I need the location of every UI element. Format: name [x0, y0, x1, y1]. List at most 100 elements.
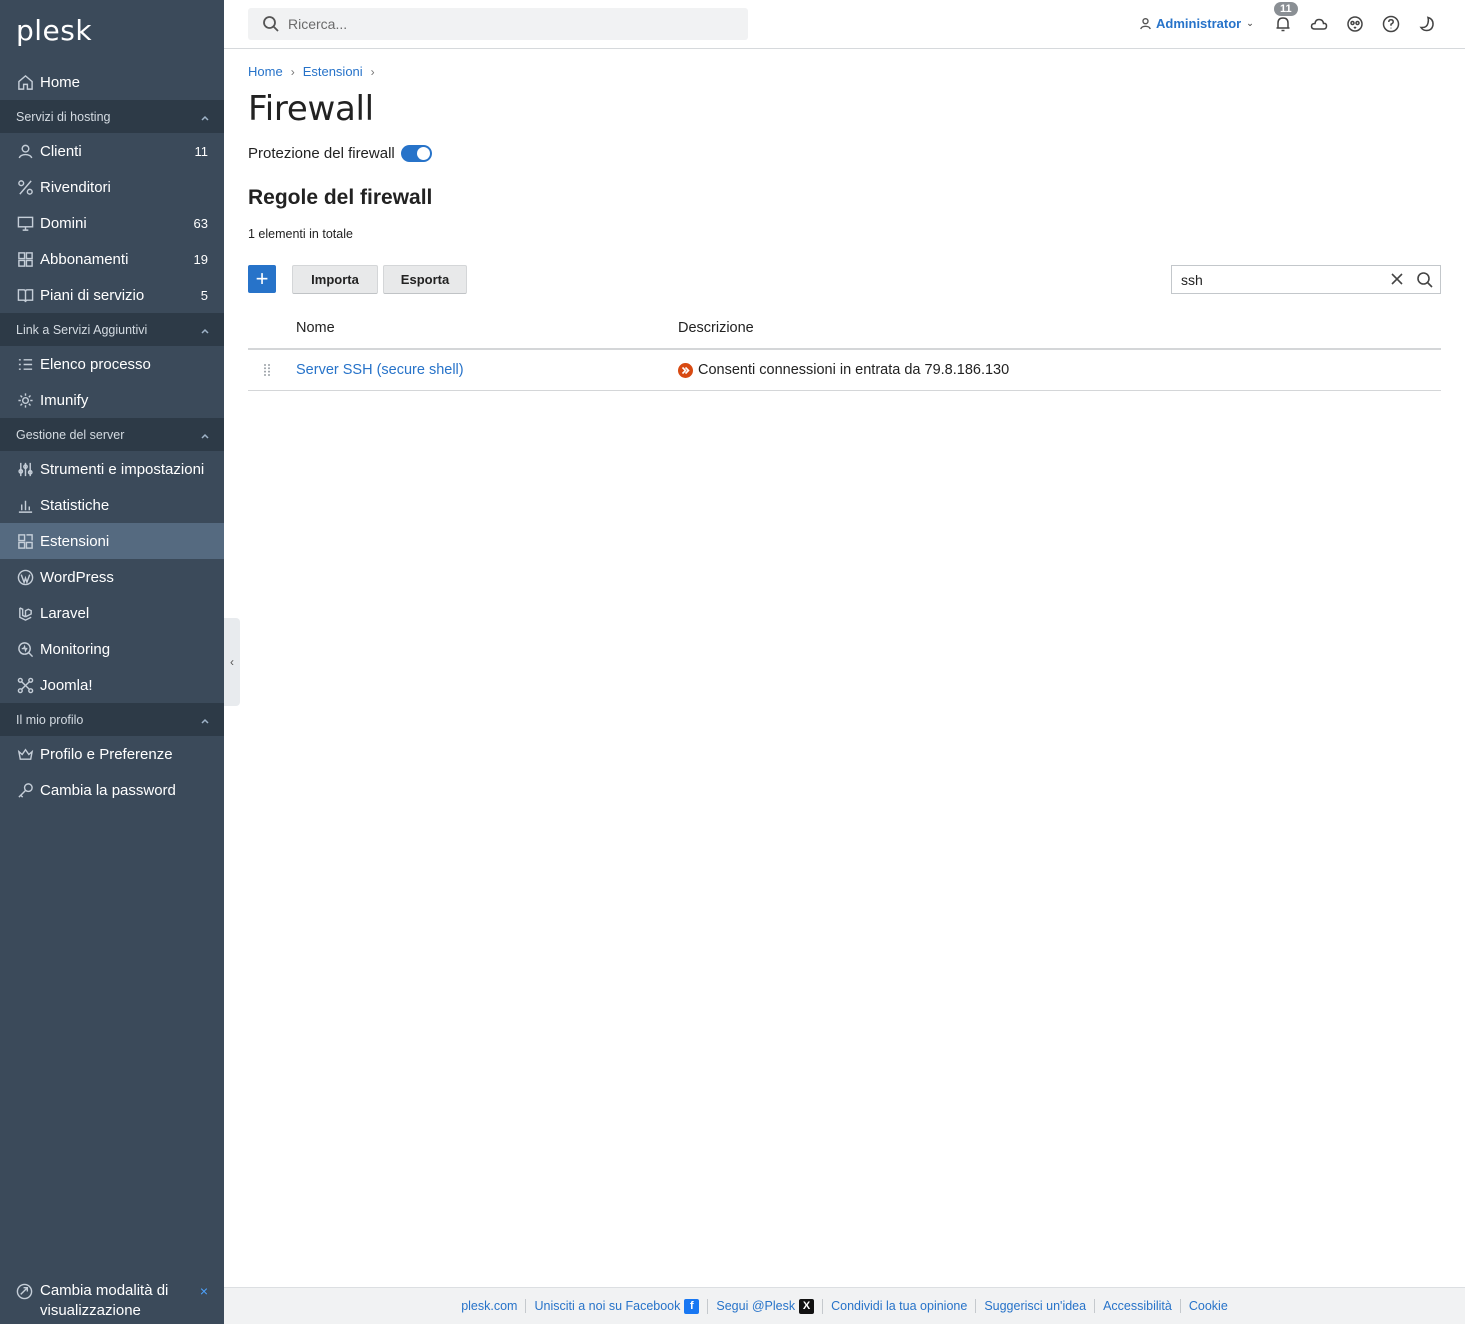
import-button[interactable]: Importa [292, 265, 378, 294]
footer-link-plesk[interactable]: plesk.com [453, 1299, 527, 1313]
sidebar-item-estensioni[interactable]: Estensioni [0, 523, 224, 559]
footer-link-feedback[interactable]: Condividi la tua opinione [823, 1299, 977, 1313]
rules-filter [1171, 265, 1441, 294]
user-menu[interactable]: Administrator ⌄ [1139, 16, 1254, 31]
clear-filter-icon[interactable] [1390, 272, 1404, 286]
breadcrumb-estensioni[interactable]: Estensioni [303, 64, 363, 79]
footer-link-label: Cookie [1188, 1299, 1228, 1313]
drag-handle-icon[interactable] [263, 363, 271, 377]
chevron-right-icon: › [290, 64, 295, 79]
footer-link-facebook[interactable]: Unisciti a noi su Facebook f [526, 1298, 709, 1314]
user-name: Administrator [1156, 16, 1242, 31]
chevron-left-icon: ‹ [230, 655, 234, 669]
sidebar-item-label: Profilo e Preferenze [40, 745, 173, 763]
x-icon: X [799, 1298, 815, 1314]
footer-link-label: Accessibilità [1103, 1299, 1172, 1313]
breadcrumb-home[interactable]: Home [248, 64, 283, 79]
allow-icon [678, 362, 693, 378]
view-mode-switch[interactable]: Cambia modalità di visualizzazione × [0, 1272, 224, 1324]
global-search[interactable] [248, 8, 748, 40]
search-input[interactable] [288, 16, 708, 32]
section-title: Link a Servizi Aggiuntivi [16, 322, 148, 337]
sidebar-collapse-handle[interactable]: ‹ [224, 618, 240, 706]
column-header-description: Descrizione [678, 320, 754, 336]
breadcrumb: Home › Estensioni › [248, 64, 383, 79]
facebook-icon: f [684, 1298, 700, 1314]
search-icon[interactable] [1416, 271, 1434, 289]
sidebar-item-wordpress[interactable]: WordPress [0, 559, 224, 595]
sidebar-item-label: Home [40, 73, 81, 91]
section-server[interactable]: Gestione del server [0, 418, 224, 451]
search-icon [263, 16, 279, 32]
sidebar-item-statistiche[interactable]: Statistiche [0, 487, 224, 523]
joomla-icon [16, 676, 34, 694]
list-icon [16, 355, 34, 373]
sidebar-nav: Home Servizi di hosting Clienti 11 Riven… [0, 64, 224, 808]
plus-icon: + [255, 266, 269, 291]
sidebar-item-label: Statistiche [40, 496, 110, 514]
sidebar-item-piani[interactable]: Piani di servizio 5 [0, 277, 224, 313]
footer-link-label: Condividi la tua opinione [831, 1299, 968, 1313]
book-icon [16, 286, 34, 304]
sidebar-item-home[interactable]: Home [0, 64, 224, 100]
footer-link-twitter[interactable]: Segui @Plesk X [708, 1298, 824, 1314]
sliders-icon [16, 460, 34, 478]
sidebar-item-strumenti[interactable]: Strumenti e impostazioni [0, 451, 224, 487]
notifications-badge: 11 [1274, 2, 1298, 16]
section-title: Il mio profilo [16, 712, 84, 727]
sidebar-item-password[interactable]: Cambia la password [0, 772, 224, 808]
sidebar-item-abbonamenti[interactable]: Abbonamenti 19 [0, 241, 224, 277]
sidebar-item-count: 19 [193, 251, 208, 267]
sidebar-item-laravel[interactable]: Laravel [0, 595, 224, 631]
view-mode-label: Cambia modalità di visualizzazione [40, 1282, 169, 1319]
section-profile[interactable]: Il mio profilo [0, 703, 224, 736]
monitoring-icon [16, 640, 34, 658]
mascot-button[interactable] [1345, 14, 1365, 34]
table-row: Server SSH (secure shell) Consenti conne… [248, 350, 1441, 391]
home-icon [16, 73, 34, 91]
cloud-button[interactable] [1309, 14, 1329, 34]
footer-link-accessibility[interactable]: Accessibilità [1095, 1299, 1181, 1313]
footer-link-idea[interactable]: Suggerisci un'idea [976, 1299, 1096, 1313]
sidebar-item-label: Laravel [40, 604, 90, 622]
sidebar-item-elenco-processo[interactable]: Elenco processo [0, 346, 224, 382]
sidebar-item-clienti[interactable]: Clienti 11 [0, 133, 224, 169]
sidebar-item-joomla[interactable]: Joomla! [0, 667, 224, 703]
footer-link-label: Segui @Plesk [716, 1299, 796, 1313]
section-links[interactable]: Link a Servizi Aggiuntivi [0, 313, 224, 346]
rules-table: Nome Descrizione Server SSH (secure shel… [248, 314, 1441, 391]
sidebar-item-domini[interactable]: Domini 63 [0, 205, 224, 241]
section-title: Servizi di hosting [16, 109, 111, 124]
bell-icon [1276, 17, 1290, 32]
plesk-logo[interactable]: plesk [16, 14, 92, 47]
cloud-icon [1310, 18, 1328, 30]
sidebar-item-imunify[interactable]: Imunify [0, 382, 224, 418]
section-hosting[interactable]: Servizi di hosting [0, 100, 224, 133]
add-rule-button[interactable]: + [248, 265, 276, 293]
sidebar-item-label: Strumenti e impostazioni [40, 460, 205, 478]
sidebar-item-label: Elenco processo [40, 355, 151, 373]
theme-toggle[interactable] [1417, 14, 1437, 34]
rules-title: Regole del firewall [248, 186, 433, 209]
footer-link-cookie[interactable]: Cookie [1181, 1299, 1236, 1313]
close-icon[interactable]: × [200, 1281, 208, 1301]
bar-chart-icon [16, 496, 34, 514]
help-button[interactable] [1381, 14, 1401, 34]
sidebar-item-profilo[interactable]: Profilo e Preferenze [0, 736, 224, 772]
notifications-button[interactable] [1273, 14, 1293, 34]
sidebar-item-count: 11 [194, 143, 209, 159]
footer-link-label: Unisciti a noi su Facebook [534, 1299, 681, 1313]
chevron-right-icon: › [370, 64, 375, 79]
chevron-up-icon [200, 715, 210, 725]
rule-name-link[interactable]: Server SSH (secure shell) [296, 362, 464, 378]
column-header-name[interactable]: Nome [296, 320, 335, 336]
export-button[interactable]: Esporta [383, 265, 467, 294]
firewall-protection-toggle[interactable] [400, 145, 432, 162]
table-header: Nome Descrizione [248, 314, 1441, 350]
filter-input[interactable] [1181, 271, 1381, 288]
rules-toolbar: + Importa Esporta [248, 265, 1441, 294]
sidebar-item-monitoring[interactable]: Monitoring [0, 631, 224, 667]
crown-icon [16, 745, 34, 763]
sidebar-item-rivenditori[interactable]: Rivenditori [0, 169, 224, 205]
footer: plesk.com Unisciti a noi su Facebook f Se… [224, 1287, 1465, 1324]
